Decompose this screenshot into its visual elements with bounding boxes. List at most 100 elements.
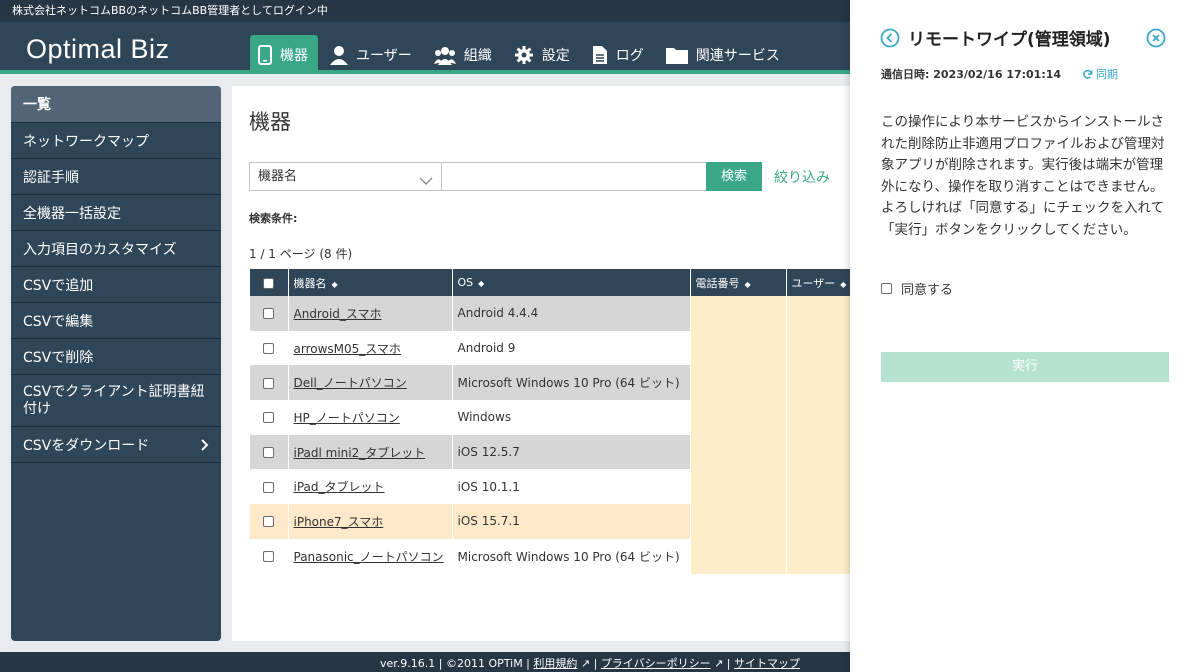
page-title: 機器 bbox=[249, 110, 291, 134]
os-cell: iOS 12.5.7 bbox=[452, 434, 691, 470]
filter-link[interactable]: 絞り込み bbox=[774, 167, 830, 187]
sort-icon: ◆ bbox=[744, 279, 751, 289]
device-table: 機器名 ◆ OS ◆ 電話番号 ◆ ユーザー ◆ Android_スマホ Android… bbox=[250, 269, 873, 574]
row-select-cell bbox=[250, 504, 289, 539]
search-field-select[interactable]: 機器名 bbox=[249, 162, 442, 191]
sidebar-item-csv-download[interactable]: CSVをダウンロード bbox=[11, 427, 221, 463]
select-all-cell bbox=[250, 269, 289, 296]
nav-related-services-label: 関連サービス bbox=[695, 47, 780, 64]
row-checkbox[interactable] bbox=[263, 481, 275, 493]
gear-icon bbox=[514, 45, 533, 64]
device-name-link[interactable]: arrowsM05_スマホ bbox=[294, 342, 401, 356]
device-name-link[interactable]: iPadl mini2_タブレット bbox=[294, 446, 426, 460]
main-content: 機器 機器名 検索 絞り込み 検索条件: 1 / 1 ページ (8 件) 機器名… bbox=[232, 86, 873, 641]
device-name-link[interactable]: Dell_ノートパソコン bbox=[294, 376, 407, 390]
back-icon[interactable] bbox=[880, 28, 900, 52]
nav-devices-label: 機器 bbox=[280, 47, 308, 64]
device-name-cell: arrowsM05_スマホ bbox=[288, 330, 453, 366]
phone-cell bbox=[690, 504, 787, 539]
device-name-cell: iPhone7_スマホ bbox=[288, 504, 453, 539]
column-header-os[interactable]: OS ◆ bbox=[452, 269, 691, 296]
footer-version: ver.9.16.1 | ©2011 OPTiM | bbox=[380, 657, 530, 670]
close-icon[interactable] bbox=[1146, 28, 1166, 52]
column-header-phone[interactable]: 電話番号 ◆ bbox=[690, 269, 787, 296]
sidebar-item-auth-procedure[interactable]: 認証手順 bbox=[11, 159, 221, 195]
row-checkbox[interactable] bbox=[263, 412, 275, 424]
table-row: Android_スマホ Android 4.4.4 bbox=[250, 296, 873, 331]
agree-label: 同意する bbox=[901, 283, 954, 298]
sidebar-item-csv-client-cert[interactable]: CSVでクライアント証明書紐付け bbox=[11, 375, 221, 427]
device-name-link[interactable]: Panasonic_ノートパソコン bbox=[294, 550, 444, 564]
sidebar-item-csv-delete[interactable]: CSVで削除 bbox=[11, 339, 221, 375]
search-button[interactable]: 検索 bbox=[706, 162, 762, 191]
search-input[interactable] bbox=[441, 162, 707, 191]
page-count: 1 / 1 ページ (8 件) bbox=[249, 247, 353, 261]
sidebar-item-bulk-settings[interactable]: 全機器一括設定 bbox=[11, 195, 221, 231]
row-select-cell bbox=[250, 469, 289, 505]
sort-icon: ◆ bbox=[478, 279, 485, 288]
folder-icon bbox=[665, 47, 688, 64]
group-icon bbox=[433, 46, 456, 65]
sidebar-item-network-map[interactable]: ネットワークマップ bbox=[11, 123, 221, 159]
device-name-cell: Dell_ノートパソコン bbox=[288, 365, 453, 401]
table-row-highlighted: iPhone7_スマホ iOS 15.7.1 bbox=[250, 504, 873, 539]
table-header-row: 機器名 ◆ OS ◆ 電話番号 ◆ ユーザー ◆ bbox=[250, 269, 873, 296]
refresh-icon bbox=[1083, 69, 1093, 79]
row-checkbox[interactable] bbox=[263, 551, 275, 563]
nav-users-label: ユーザー bbox=[356, 47, 412, 64]
column-header-name[interactable]: 機器名 ◆ bbox=[288, 269, 453, 296]
select-all-checkbox[interactable] bbox=[263, 277, 275, 289]
sync-button[interactable]: 同期 bbox=[1082, 66, 1118, 82]
execute-button[interactable]: 実行 bbox=[881, 352, 1169, 382]
device-name-cell: iPad_タブレット bbox=[288, 469, 453, 505]
external-link-icon: ↗ bbox=[710, 657, 724, 670]
os-cell: Android 9 bbox=[452, 330, 691, 366]
device-name-link[interactable]: iPad_タブレット bbox=[294, 480, 385, 494]
os-cell: Android 4.4.4 bbox=[452, 296, 691, 331]
phone-cell bbox=[690, 434, 787, 470]
nav-users[interactable]: ユーザー bbox=[322, 35, 422, 74]
sidebar-item-customize-fields[interactable]: 入力項目のカスタマイズ bbox=[11, 231, 221, 267]
main-nav: 機器 ユーザー 組織 設定 ログ 関連サービス bbox=[250, 35, 794, 74]
agree-option[interactable]: 同意する bbox=[881, 279, 953, 298]
row-select-cell bbox=[250, 330, 289, 366]
sidebar-item-csv-edit[interactable]: CSVで編集 bbox=[11, 303, 221, 339]
row-checkbox[interactable] bbox=[263, 516, 275, 528]
os-cell: Microsoft Windows 10 Pro (64 ビット) bbox=[452, 538, 691, 574]
nav-related-services[interactable]: 関連サービス bbox=[658, 35, 790, 74]
document-icon bbox=[592, 45, 607, 64]
app-logo[interactable]: Optimal Biz bbox=[26, 34, 170, 65]
row-checkbox[interactable] bbox=[263, 447, 275, 459]
row-checkbox[interactable] bbox=[263, 343, 275, 355]
sort-icon: ◆ bbox=[840, 279, 847, 289]
nav-devices[interactable]: 機器 bbox=[250, 35, 318, 74]
phone-cell bbox=[690, 400, 787, 435]
sync-label: 同期 bbox=[1096, 68, 1118, 81]
sidebar: 一覧 ネットワークマップ 認証手順 全機器一括設定 入力項目のカスタマイズ CS… bbox=[11, 86, 221, 641]
device-name-link[interactable]: Android_スマホ bbox=[294, 307, 382, 321]
external-link-icon: ↗ bbox=[577, 657, 591, 670]
device-name-link[interactable]: HP_ノートパソコン bbox=[294, 411, 400, 425]
sort-icon: ◆ bbox=[331, 279, 338, 289]
agree-checkbox[interactable] bbox=[881, 283, 892, 294]
row-checkbox[interactable] bbox=[263, 308, 275, 320]
device-name-link[interactable]: iPhone7_スマホ bbox=[294, 515, 384, 529]
drawer-title: リモートワイプ(管理領域) bbox=[908, 30, 1111, 50]
privacy-link[interactable]: プライバシーポリシー bbox=[601, 657, 711, 670]
user-icon bbox=[330, 45, 348, 65]
nav-organization[interactable]: 組織 bbox=[426, 35, 502, 74]
nav-organization-label: 組織 bbox=[463, 47, 492, 64]
row-select-cell bbox=[250, 296, 289, 331]
row-checkbox[interactable] bbox=[263, 377, 275, 389]
table-row: HP_ノートパソコン Windows bbox=[250, 400, 873, 435]
terms-link[interactable]: 利用規約 bbox=[533, 657, 577, 670]
sidebar-item-csv-add[interactable]: CSVで追加 bbox=[11, 267, 221, 303]
nav-logs-label: ログ bbox=[615, 47, 644, 64]
sitemap-link[interactable]: サイトマップ bbox=[734, 657, 800, 670]
nav-logs[interactable]: ログ bbox=[584, 35, 654, 74]
device-name-cell: Panasonic_ノートパソコン bbox=[288, 538, 453, 574]
nav-settings[interactable]: 設定 bbox=[506, 35, 580, 74]
footer-links: ver.9.16.1 | ©2011 OPTiM | 利用規約 ↗ | プライバ… bbox=[380, 657, 801, 670]
sidebar-item-list[interactable]: 一覧 bbox=[11, 86, 221, 123]
os-cell: Microsoft Windows 10 Pro (64 ビット) bbox=[452, 365, 691, 401]
